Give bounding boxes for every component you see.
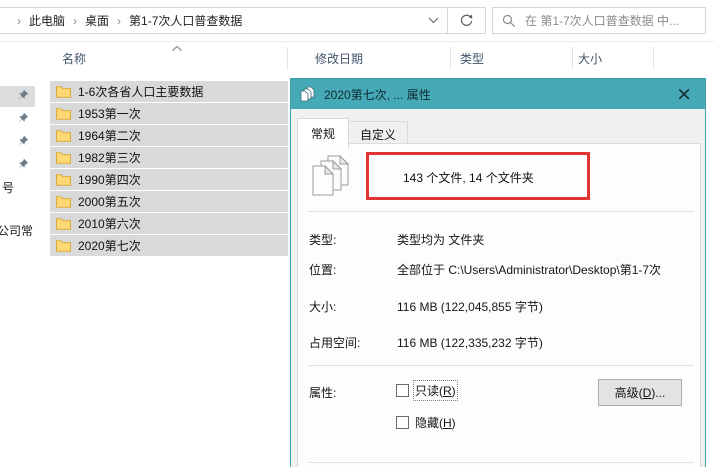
- advanced-button[interactable]: 高级(D)...: [598, 379, 682, 406]
- separator: [308, 365, 694, 366]
- folder-row[interactable]: 1-6次各省人口主要数据: [50, 81, 288, 102]
- folder-name: 1990第四次: [78, 173, 141, 187]
- sort-ascending-icon: [172, 45, 182, 51]
- address-dropdown-button[interactable]: [419, 8, 447, 33]
- chevron-right-icon: ›: [117, 13, 122, 28]
- folder-icon: [56, 174, 71, 186]
- folder-name: 2020第七次: [78, 239, 141, 253]
- search-box[interactable]: 在 第1-7次人口普查数据 中...: [492, 7, 706, 34]
- folder-row[interactable]: 2000第五次: [50, 191, 288, 212]
- explorer-window: › 此电脑 › 桌面 › 第1-7次人口普查数据 在 第1-7次人口普查数据 中…: [0, 0, 714, 467]
- general-tab-panel: 143 个文件, 14 个文件夹 类型: 类型均为 文件夹 位置: 全部位于 C…: [297, 143, 701, 467]
- breadcrumb-desktop[interactable]: 桌面: [85, 12, 109, 29]
- properties-dialog: 2020第七次, ... 属性 × 常规 自定义 143 个文件, 14 个文件…: [290, 78, 706, 467]
- address-bar[interactable]: › 此电脑 › 桌面 › 第1-7次人口普查数据: [0, 7, 486, 34]
- folder-icon: [56, 152, 71, 164]
- separator: [308, 211, 694, 212]
- search-placeholder: 在 第1-7次人口普查数据 中...: [525, 14, 680, 28]
- size-label: 大小:: [309, 300, 337, 314]
- folder-name: 1982第三次: [78, 151, 141, 165]
- size-on-disk-value: 116 MB (122,335,232 字节): [397, 336, 543, 350]
- breadcrumb-current-folder[interactable]: 第1-7次人口普查数据: [129, 12, 242, 29]
- column-divider[interactable]: [572, 47, 573, 70]
- hidden-label[interactable]: 隐藏(H): [415, 414, 456, 431]
- toolbar-separator: [0, 41, 714, 42]
- folder-icon: [56, 86, 71, 98]
- dialog-titlebar[interactable]: 2020第七次, ... 属性 ×: [291, 79, 705, 109]
- size-value: 116 MB (122,045,855 字节): [397, 300, 543, 314]
- location-label: 位置:: [309, 263, 337, 277]
- column-header-size[interactable]: 大小: [578, 50, 602, 67]
- chevron-down-icon: [428, 17, 438, 24]
- folder-row[interactable]: 1982第三次: [50, 147, 288, 168]
- refresh-button[interactable]: [448, 8, 485, 33]
- nav-item-label-fragment[interactable]: 公司常: [0, 222, 33, 239]
- breadcrumb-this-pc[interactable]: 此电脑: [29, 12, 65, 29]
- folder-row[interactable]: 1990第四次: [50, 169, 288, 190]
- type-value: 类型均为 文件夹: [397, 233, 485, 247]
- folder-name: 1-6次各省人口主要数据: [78, 85, 204, 99]
- folder-row[interactable]: 2020第七次: [50, 235, 288, 256]
- folder-row[interactable]: 1964第二次: [50, 125, 288, 146]
- folder-name: 1953第一次: [78, 107, 141, 121]
- pin-icon: [18, 89, 29, 101]
- column-header-type[interactable]: 类型: [460, 50, 484, 67]
- chevron-right-icon: ›: [73, 13, 78, 28]
- column-header-name[interactable]: 名称: [62, 50, 86, 67]
- breadcrumb: › 此电脑 › 桌面 › 第1-7次人口普查数据: [0, 12, 419, 29]
- nav-item-label-fragment[interactable]: 号: [2, 179, 14, 196]
- hidden-checkbox-row: 隐藏(H): [396, 414, 456, 431]
- folder-icon: [56, 108, 71, 120]
- type-row: 类型: 类型均为 文件夹: [298, 231, 700, 247]
- folder-row[interactable]: 2010第六次: [50, 213, 288, 234]
- folder-icon: [56, 196, 71, 208]
- folder-name: 1964第二次: [78, 129, 141, 143]
- folder-icon: [56, 218, 71, 230]
- tab-general[interactable]: 常规: [297, 118, 350, 149]
- file-list: 1-6次各省人口主要数据 1953第一次 1964第二次 1982第三次 199…: [50, 81, 288, 257]
- contents-summary: 143 个文件, 14 个文件夹: [403, 171, 534, 185]
- attributes-label: 属性:: [309, 386, 337, 400]
- column-divider[interactable]: [287, 47, 288, 70]
- separator: [308, 462, 694, 463]
- folder-name: 2000第五次: [78, 195, 141, 209]
- readonly-checkbox-row: 只读(R): [396, 380, 458, 401]
- refresh-icon: [460, 14, 473, 26]
- size-on-disk-label: 占用空间:: [309, 336, 361, 350]
- hidden-checkbox[interactable]: [396, 416, 409, 429]
- location-value: 全部位于 C:\Users\Administrator\Desktop\第1-7…: [397, 263, 662, 277]
- location-row: 位置: 全部位于 C:\Users\Administrator\Desktop\…: [298, 261, 700, 277]
- size-on-disk-row: 占用空间: 116 MB (122,335,232 字节): [298, 334, 700, 350]
- search-icon: [502, 14, 516, 27]
- close-button[interactable]: ×: [672, 84, 696, 104]
- readonly-checkbox[interactable]: [396, 384, 409, 397]
- folder-icon: [56, 240, 71, 252]
- stacked-documents-icon: [312, 155, 350, 196]
- column-divider[interactable]: [450, 47, 451, 70]
- multi-file-icon: [300, 86, 315, 102]
- pin-icon: [18, 135, 29, 147]
- folder-name: 2010第六次: [78, 217, 141, 231]
- size-row: 大小: 116 MB (122,045,855 字节): [298, 298, 700, 314]
- chevron-right-icon: ›: [17, 13, 21, 28]
- readonly-label[interactable]: 只读(R): [413, 380, 458, 401]
- folder-row[interactable]: 1953第一次: [50, 103, 288, 124]
- column-divider[interactable]: [653, 47, 654, 70]
- type-label: 类型:: [309, 233, 337, 247]
- folder-icon: [56, 130, 71, 142]
- dialog-title: 2020第七次, ... 属性: [324, 87, 431, 102]
- pin-icon: [18, 112, 29, 124]
- pin-icon: [18, 158, 29, 170]
- column-header-modified[interactable]: 修改日期: [315, 50, 363, 67]
